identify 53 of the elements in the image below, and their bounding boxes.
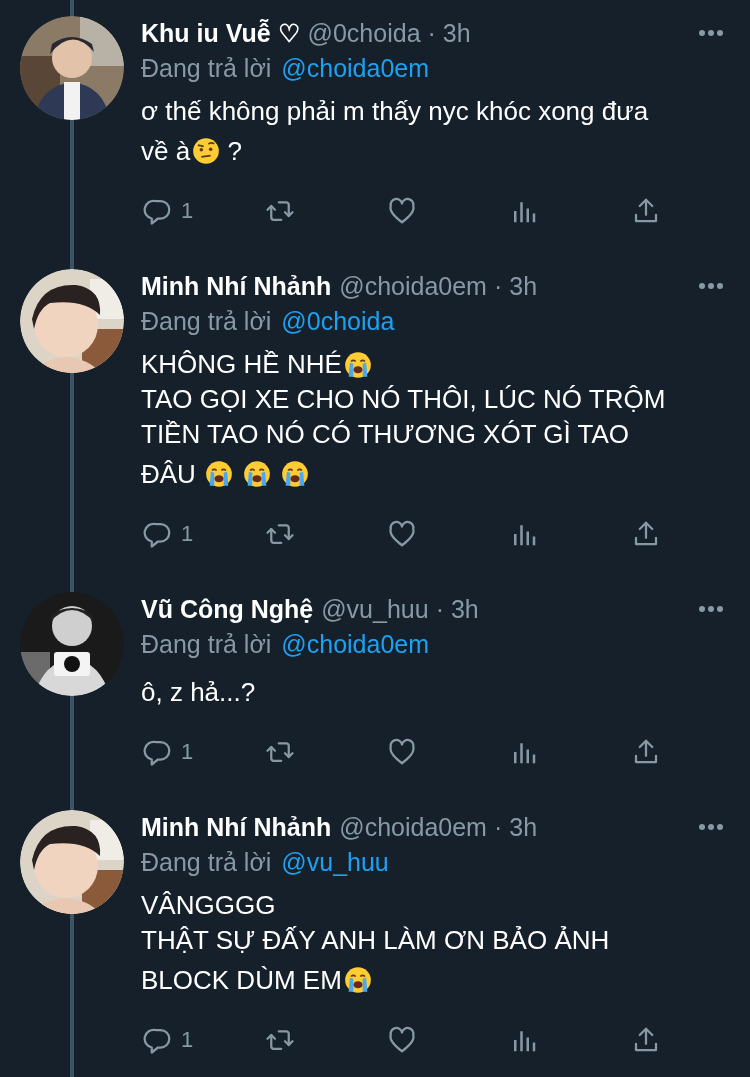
raised-eyebrow-face-icon [192, 137, 221, 165]
more-icon[interactable] [698, 605, 724, 613]
reply-count: 1 [181, 739, 194, 765]
user-handle[interactable]: @choida0em [339, 271, 487, 301]
tweet-text: ô, z hả...? [141, 676, 256, 708]
user-name[interactable]: Minh Nhí Nhảnh [141, 271, 332, 301]
user-name[interactable]: Minh Nhí Nhảnh [141, 812, 332, 842]
more-icon[interactable] [698, 29, 724, 37]
tweet-text: TIỀN TAO NÓ CÓ THƯƠNG XÓT GÌ TAO [141, 419, 629, 450]
mention-link[interactable]: @choida0em [281, 629, 430, 659]
separator-dot: · [435, 594, 444, 624]
mention-link[interactable]: @vu_huu [281, 847, 389, 877]
heart-icon[interactable] [387, 196, 417, 226]
tweet-text: THẬT SỰ ĐẤY ANH LÀM ƠN BẢO ẢNH [141, 925, 610, 956]
separator-dot: · [493, 271, 503, 301]
user-handle[interactable]: @choida0em [339, 812, 487, 842]
more-icon[interactable] [698, 823, 724, 831]
reply-label: Đang trả lời [141, 53, 272, 83]
timestamp[interactable]: 3h [509, 812, 538, 842]
reply-count: 1 [181, 198, 194, 224]
tweet-text: về à [141, 135, 191, 167]
separator-dot: · [427, 18, 436, 48]
user-handle[interactable]: @0choida [307, 18, 421, 48]
heart-icon[interactable] [387, 1025, 417, 1055]
timestamp[interactable]: 3h [509, 271, 538, 301]
more-icon[interactable] [698, 282, 724, 290]
tweet-text: TAO GỌI XE CHO NÓ THÔI, LÚC NÓ TRỘM [141, 384, 666, 415]
timestamp[interactable]: 3h [442, 18, 471, 48]
tweet-text: BLOCK DÙM EM [141, 964, 342, 996]
crying-face-icon [343, 966, 372, 994]
mention-link[interactable]: @0choida [281, 306, 395, 336]
user-name[interactable]: Khu iu Vuễ ♡ [141, 18, 300, 48]
crying-face-icon [243, 460, 272, 488]
separator-dot: · [493, 812, 503, 842]
tweet-text: VÂNGGGG [141, 890, 276, 921]
reply-label: Đang trả lời [141, 629, 272, 659]
tweet-text: KHÔNG HỀ NHÉ [141, 349, 342, 380]
user-handle[interactable]: @vu_huu [321, 594, 429, 624]
crying-face-icon [343, 350, 372, 379]
tweet-text: ? [226, 135, 242, 167]
heart-icon[interactable] [387, 519, 417, 549]
crying-face-icon [205, 460, 234, 488]
crying-face-icon [281, 460, 310, 488]
mention-link[interactable]: @choida0em [281, 53, 430, 83]
tweet-text: ơ thế không phải m thấy nyc khóc xong đưa [141, 96, 649, 127]
reply-label: Đang trả lời [141, 306, 272, 336]
user-name[interactable]: Vũ Công Nghệ [141, 594, 314, 624]
reply-count: 1 [181, 1027, 194, 1053]
heart-icon[interactable] [387, 737, 417, 767]
reply-label: Đang trả lời [141, 847, 272, 877]
timestamp[interactable]: 3h [450, 594, 479, 624]
tweet-text: ĐÂU [141, 458, 197, 490]
reply-count: 1 [181, 521, 194, 547]
